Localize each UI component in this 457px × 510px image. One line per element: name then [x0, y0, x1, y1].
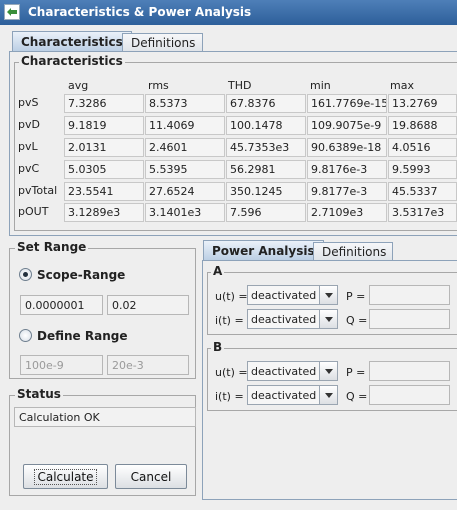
- table-cell: 90.6389e-18: [307, 138, 387, 157]
- group-a-u-value: deactivated: [251, 289, 317, 302]
- status-text: Calculation OK: [14, 407, 196, 427]
- define-range-label: Define Range: [37, 329, 128, 343]
- table-cell: 2.4601: [145, 138, 225, 157]
- table-cell: 13.2769: [388, 94, 457, 113]
- window-title: Characteristics & Power Analysis: [28, 5, 252, 19]
- table-cell: 23.5541: [64, 182, 144, 201]
- row-label-pout: pOUT: [18, 205, 49, 218]
- chevron-down-icon[interactable]: [319, 286, 337, 304]
- table-cell: 9.1819: [64, 116, 144, 135]
- group-b-i-label: i(t) =: [215, 390, 244, 403]
- status-title: Status: [15, 387, 63, 401]
- cancel-button-label: Cancel: [130, 469, 172, 484]
- scope-from-field[interactable]: 0.0000001: [20, 295, 103, 315]
- row-label-pvl: pvL: [18, 140, 38, 153]
- group-b-title: B: [211, 340, 225, 354]
- table-cell: 7.3286: [64, 94, 144, 113]
- tab-power-definitions[interactable]: Definitions: [313, 242, 393, 261]
- characteristics-title: Characteristics: [19, 54, 125, 68]
- title-bar: Characteristics & Power Analysis: [0, 0, 457, 25]
- group-a-q-field: [369, 309, 450, 329]
- table-cell: 9.8176e-3: [307, 160, 387, 179]
- group-a-i-label: i(t) =: [215, 314, 244, 327]
- table-cell: 3.1401e3: [145, 203, 225, 222]
- column-header-min: min: [310, 79, 331, 92]
- define-from-field[interactable]: 100e-9: [20, 355, 103, 375]
- table-cell: 56.2981: [226, 160, 306, 179]
- table-cell: 161.7769e-15: [307, 94, 387, 113]
- table-cell: 100.1478: [226, 116, 306, 135]
- column-header-rms: rms: [148, 79, 169, 92]
- calculate-button-label: Calculate: [34, 468, 97, 485]
- chevron-down-icon[interactable]: [319, 310, 337, 328]
- table-cell: 9.5993: [388, 160, 457, 179]
- group-b-u-select[interactable]: deactivated: [247, 361, 338, 381]
- group-a-p-label: P =: [346, 290, 366, 303]
- group-b-q-field: [369, 385, 450, 405]
- table-cell: 2.7109e3: [307, 203, 387, 222]
- scope-to-field[interactable]: 0.02: [107, 295, 189, 315]
- group-b-u-value: deactivated: [251, 365, 317, 378]
- define-range-radio[interactable]: [19, 329, 32, 342]
- table-cell: 45.5337: [388, 182, 457, 201]
- table-cell: 7.596: [226, 203, 306, 222]
- group-a-u-label: u(t) =: [215, 290, 248, 303]
- table-cell: 11.4069: [145, 116, 225, 135]
- group-b-i-value: deactivated: [251, 389, 317, 402]
- group-b-p-field: [369, 361, 450, 381]
- column-header-max: max: [390, 79, 414, 92]
- row-label-pvtotal: pvTotal: [18, 184, 58, 197]
- table-cell: 8.5373: [145, 94, 225, 113]
- table-cell: 5.0305: [64, 160, 144, 179]
- group-a-i-select[interactable]: deactivated: [247, 309, 338, 329]
- set-range-title: Set Range: [15, 240, 89, 254]
- chevron-down-icon[interactable]: [319, 386, 337, 404]
- group-b-q-label: Q =: [346, 390, 368, 403]
- group-a-q-label: Q =: [346, 314, 368, 327]
- group-b-i-select[interactable]: deactivated: [247, 385, 338, 405]
- column-header-avg: avg: [68, 79, 89, 92]
- row-label-pvc: pvC: [18, 162, 40, 175]
- table-cell: 109.9075e-9: [307, 116, 387, 135]
- cancel-button[interactable]: Cancel: [115, 464, 187, 489]
- tab-power-analysis[interactable]: Power Analysis: [203, 240, 324, 261]
- table-cell: 3.1289e3: [64, 203, 144, 222]
- group-a-u-select[interactable]: deactivated: [247, 285, 338, 305]
- group-b-p-label: P =: [346, 366, 366, 379]
- group-a-i-value: deactivated: [251, 313, 317, 326]
- group-b-u-label: u(t) =: [215, 366, 248, 379]
- define-to-field[interactable]: 20e-3: [107, 355, 189, 375]
- table-cell: 5.5395: [145, 160, 225, 179]
- group-a-title: A: [211, 264, 225, 278]
- chevron-down-icon[interactable]: [319, 362, 337, 380]
- table-cell: 4.0516: [388, 138, 457, 157]
- row-label-pvs: pvS: [18, 96, 39, 109]
- app-icon: [4, 4, 20, 20]
- group-a-p-field: [369, 285, 450, 305]
- table-cell: 2.0131: [64, 138, 144, 157]
- table-cell: 67.8376: [226, 94, 306, 113]
- calculate-button[interactable]: Calculate: [23, 464, 108, 489]
- table-cell: 45.7353e3: [226, 138, 306, 157]
- table-cell: 27.6524: [145, 182, 225, 201]
- tab-definitions[interactable]: Definitions: [122, 33, 203, 52]
- table-cell: 350.1245: [226, 182, 306, 201]
- row-label-pvd: pvD: [18, 118, 40, 131]
- column-header-thd: THD: [228, 79, 252, 92]
- table-cell: 9.8177e-3: [307, 182, 387, 201]
- scope-range-label: Scope-Range: [37, 268, 126, 282]
- scope-range-radio[interactable]: [19, 268, 32, 281]
- table-cell: 3.5317e3: [388, 203, 457, 222]
- table-cell: 19.8688: [388, 116, 457, 135]
- tab-characteristics[interactable]: Characteristics: [12, 31, 132, 52]
